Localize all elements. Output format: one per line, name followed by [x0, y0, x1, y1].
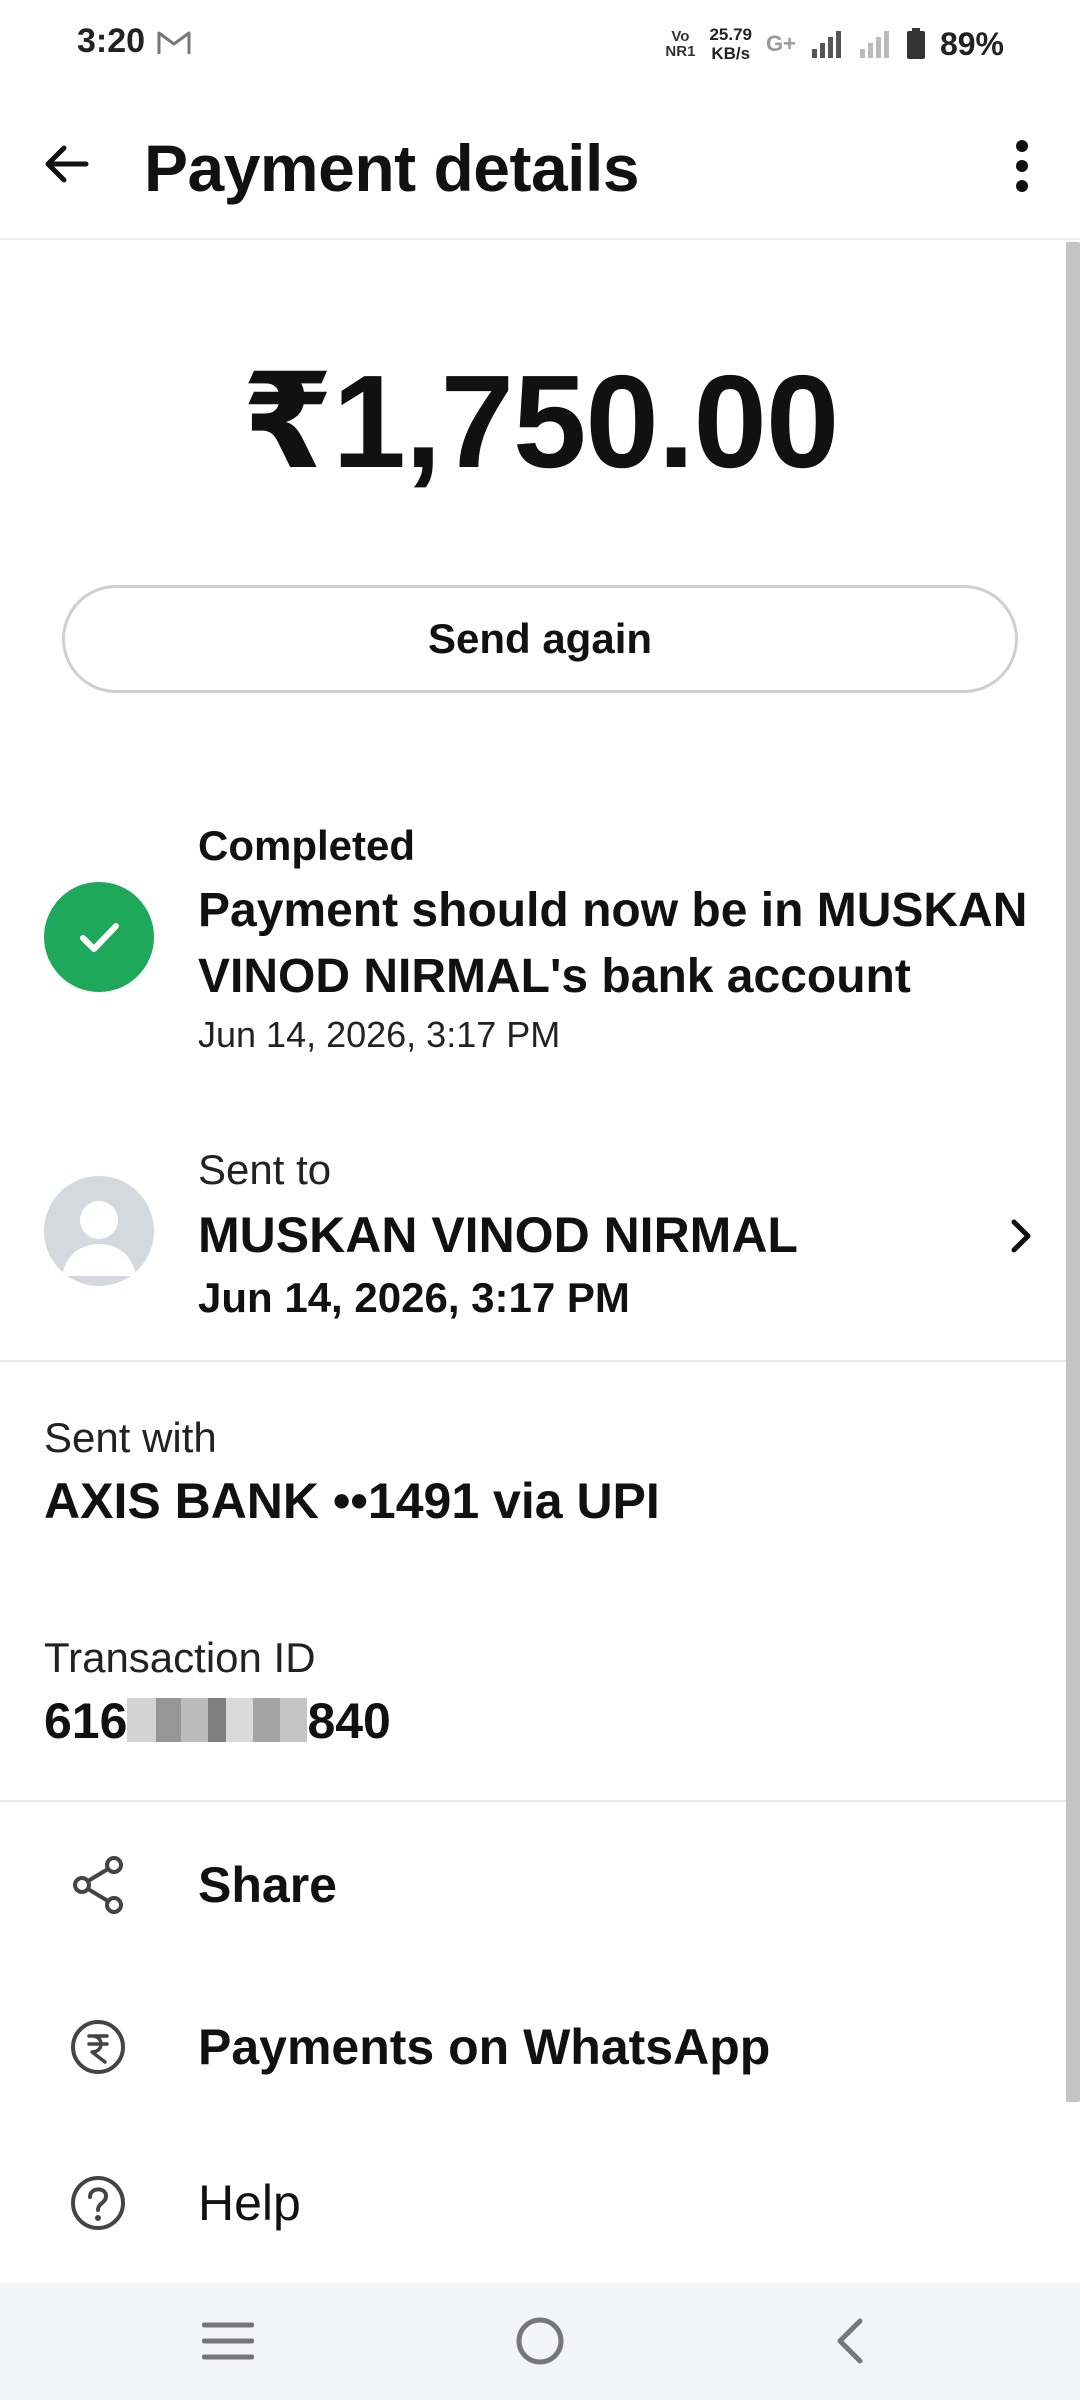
completed-check-icon — [44, 882, 154, 992]
status-icons: Vo NR1 25.79 KB/s G+ 89% — [665, 24, 1004, 64]
payment-amount: ₹1,750.00 — [241, 348, 840, 495]
page-title: Payment details — [144, 131, 640, 205]
checkmark-icon — [80, 923, 119, 952]
network-type: G+ — [765, 31, 796, 56]
recents-button[interactable] — [193, 2306, 263, 2376]
sent-to-label: Sent to — [198, 1146, 332, 1193]
battery-percent: 89% — [939, 25, 1004, 62]
system-nav-bar — [0, 2282, 1080, 2400]
recipient-row[interactable]: Sent to MUSKAN VINOD NIRMAL Jun 14, 2026… — [0, 1130, 1066, 1360]
transaction-id-label: Transaction ID — [44, 1634, 316, 1681]
recipient-name: MUSKAN VINOD NIRMAL — [198, 1207, 798, 1263]
status-timestamp: Jun 14, 2026, 3:17 PM — [198, 1014, 561, 1055]
signal-icon — [811, 31, 841, 58]
person-icon — [62, 1201, 136, 1276]
share-action[interactable]: Share — [0, 1810, 1066, 1960]
gmail-icon — [157, 31, 191, 54]
help-action[interactable]: Help — [0, 2128, 1066, 2278]
back-button[interactable] — [30, 128, 102, 200]
status-time: 3:20 — [77, 22, 146, 60]
scrollbar[interactable] — [1066, 242, 1080, 2102]
sent-with-value: AXIS BANK ••1491 via UPI — [44, 1473, 660, 1529]
more-vert-icon — [1016, 140, 1028, 192]
divider — [0, 1800, 1066, 1802]
share-label: Share — [198, 1857, 337, 1913]
payments-on-whatsapp-label: Payments on WhatsApp — [198, 2019, 771, 2075]
send-again-button[interactable]: Send again — [62, 585, 1018, 693]
volte-indicator: Vo NR1 — [665, 28, 696, 60]
redacted-block — [127, 1698, 308, 1742]
status-message: Payment should now be in MUSKAN VINOD NI… — [198, 884, 1028, 1003]
avatar — [44, 1176, 154, 1286]
back-arrow-icon — [45, 145, 89, 183]
signal-weak-icon — [859, 31, 889, 58]
back-chevron-icon — [837, 2318, 863, 2364]
home-button[interactable] — [505, 2306, 575, 2376]
payments-on-whatsapp-action[interactable]: Payments on WhatsApp — [0, 1972, 1066, 2122]
share-icon — [66, 1853, 130, 1917]
status-bar: 3:20 Vo NR1 25.79 KB/s G+ 89% — [0, 0, 1080, 86]
home-circle-icon — [516, 2317, 564, 2365]
transaction-id-value: 616 840 — [44, 1693, 391, 1749]
network-speed: 25.79 KB/s — [709, 25, 752, 63]
rupee-circle-icon — [66, 2015, 130, 2079]
help-label: Help — [198, 2175, 301, 2231]
more-options-button[interactable] — [992, 130, 1052, 202]
menu-icon — [202, 2322, 254, 2360]
battery-icon — [906, 28, 925, 59]
sent-with-label: Sent with — [44, 1414, 217, 1461]
chevron-right-icon — [996, 1206, 1046, 1266]
app-bar: Payment details — [0, 86, 1080, 240]
divider — [0, 1360, 1066, 1362]
help-icon — [66, 2171, 130, 2235]
recipient-timestamp: Jun 14, 2026, 3:17 PM — [198, 1274, 630, 1321]
back-nav-button[interactable] — [815, 2306, 885, 2376]
status-label: Completed — [198, 822, 416, 869]
